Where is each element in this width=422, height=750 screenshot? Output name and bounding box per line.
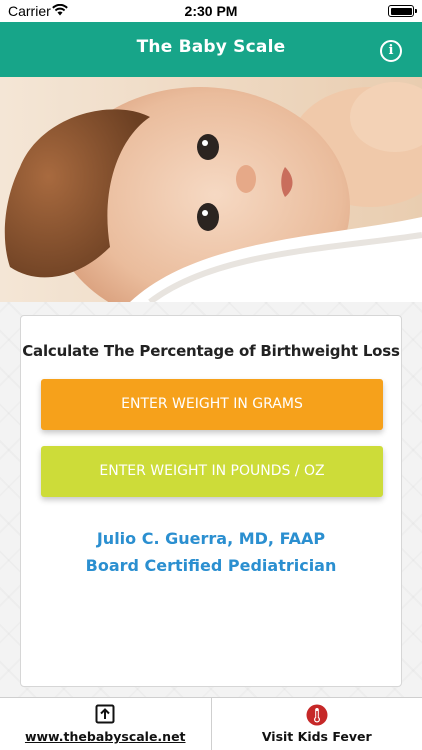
website-tab[interactable]: www.thebabyscale.net — [0, 698, 211, 750]
kids-fever-label[interactable]: Visit Kids Fever — [212, 729, 422, 744]
info-icon[interactable]: i — [380, 40, 402, 62]
kids-fever-tab[interactable]: Visit Kids Fever — [210, 698, 422, 750]
author-title: Board Certified Pediatrician — [85, 556, 337, 575]
enter-grams-button[interactable]: ENTER WEIGHT IN GRAMS — [41, 379, 383, 430]
card-heading: Calculate The Percentage of Birthweight … — [22, 342, 400, 360]
status-bar: Carrier 2:30 PM — [0, 0, 422, 22]
baby-illustration — [0, 77, 422, 302]
bottom-bar: www.thebabyscale.net Visit Kids Fever — [0, 697, 422, 750]
nav-bar: The Baby Scale i — [0, 22, 422, 77]
author-name: Julio C. Guerra, MD, FAAP — [96, 529, 326, 548]
calculator-card: Calculate The Percentage of Birthweight … — [20, 315, 402, 687]
page-title: The Baby Scale — [136, 37, 286, 57]
battery-icon — [388, 5, 417, 17]
baby-photo — [0, 77, 422, 302]
website-link[interactable]: www.thebabyscale.net — [0, 729, 211, 744]
enter-pounds-button[interactable]: ENTER WEIGHT IN POUNDS / OZ — [41, 446, 383, 497]
share-icon — [95, 704, 115, 724]
status-time: 2:30 PM — [184, 3, 238, 19]
thermometer-icon — [306, 704, 328, 726]
